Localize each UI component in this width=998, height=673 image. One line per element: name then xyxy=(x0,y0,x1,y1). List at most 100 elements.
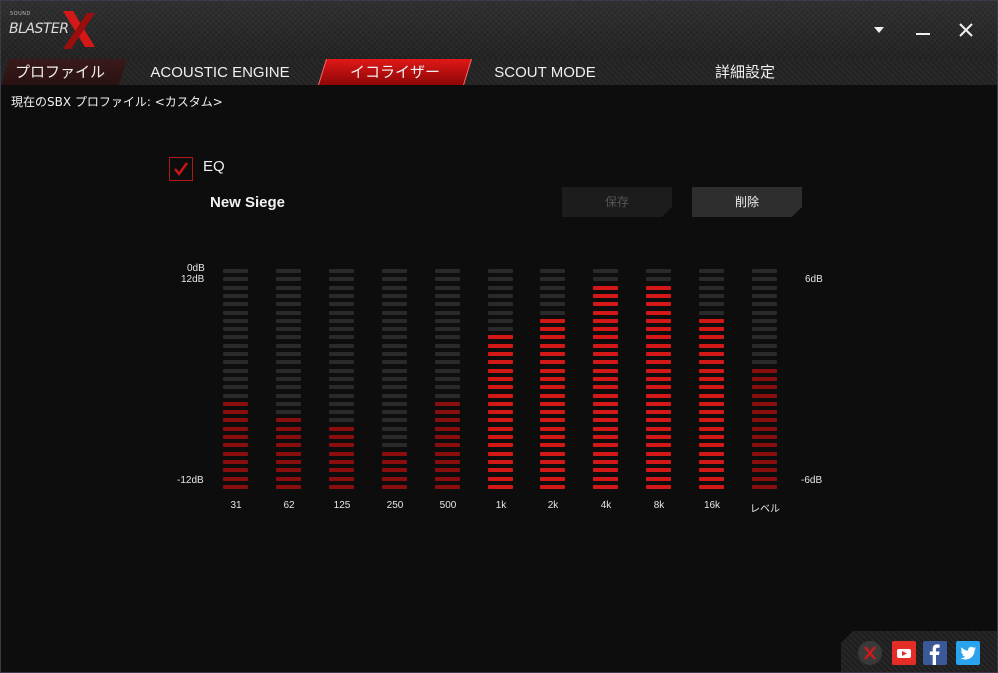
eq-level-segment xyxy=(382,269,407,273)
eq-band-slider[interactable] xyxy=(646,269,671,494)
close-button[interactable] xyxy=(954,19,978,41)
eq-band-slider[interactable] xyxy=(752,269,777,494)
eq-level-segment xyxy=(276,269,301,273)
eq-level-segment xyxy=(276,344,301,348)
eq-level-segment xyxy=(540,302,565,306)
x-mark-icon xyxy=(864,646,876,660)
eq-level-segment xyxy=(540,468,565,472)
eq-level-segment xyxy=(752,452,777,456)
creative-icon[interactable] xyxy=(858,641,882,665)
eq-band-slider[interactable] xyxy=(329,269,354,494)
eq-level-segment xyxy=(752,319,777,323)
eq-band-label: 31 xyxy=(230,500,242,511)
tab-scout-mode[interactable]: SCOUT MODE xyxy=(477,59,613,85)
eq-level-segment xyxy=(276,360,301,364)
eq-level-segment xyxy=(382,277,407,281)
eq-level-segment xyxy=(699,302,724,306)
eq-level-segment xyxy=(752,269,777,273)
eq-level-segment xyxy=(540,410,565,414)
eq-level-segment xyxy=(646,385,671,389)
eq-level-segment xyxy=(223,452,248,456)
eq-level-segment xyxy=(752,286,777,290)
eq-level-segment xyxy=(435,443,460,447)
logo-x-icon xyxy=(63,11,95,49)
eq-band-slider[interactable] xyxy=(276,269,301,494)
eq-level-segment xyxy=(435,360,460,364)
eq-level-segment xyxy=(276,302,301,306)
eq-level-segment xyxy=(276,319,301,323)
eq-level-segment xyxy=(382,294,407,298)
eq-band-slider[interactable] xyxy=(223,269,248,494)
eq-level-segment xyxy=(699,410,724,414)
tab-advanced-settings[interactable]: 詳細設定 xyxy=(681,59,809,85)
eq-level-segment xyxy=(488,385,513,389)
eq-level-segment xyxy=(646,377,671,381)
eq-level-segment xyxy=(382,460,407,464)
eq-level-segment xyxy=(540,277,565,281)
eq-level-segment xyxy=(382,485,407,489)
eq-band-slider[interactable] xyxy=(435,269,460,494)
eq-level-segment xyxy=(276,294,301,298)
eq-level-segment xyxy=(276,394,301,398)
eq-level-segment xyxy=(223,286,248,290)
eq-level-segment xyxy=(382,402,407,406)
eq-level-segment xyxy=(435,319,460,323)
eq-level-segment xyxy=(329,319,354,323)
eq-level-segment xyxy=(329,460,354,464)
eq-level-segment xyxy=(488,485,513,489)
eq-level-segment xyxy=(699,294,724,298)
eq-level-segment xyxy=(276,377,301,381)
eq-level-segment xyxy=(223,377,248,381)
eq-level-segment xyxy=(276,311,301,315)
eq-level-segment xyxy=(646,394,671,398)
eq-level-segment xyxy=(382,385,407,389)
eq-level-segment xyxy=(435,327,460,331)
eq-level-segment xyxy=(752,410,777,414)
save-button[interactable]: 保存 xyxy=(562,187,672,217)
eq-band-slider[interactable] xyxy=(593,269,618,494)
eq-level-segment xyxy=(276,369,301,373)
eq-level-segment xyxy=(276,402,301,406)
eq-band-label: 4k xyxy=(600,500,612,511)
eq-level-segment xyxy=(223,410,248,414)
delete-button[interactable]: 削除 xyxy=(692,187,802,217)
eq-level-segment xyxy=(593,410,618,414)
eq-band-slider[interactable] xyxy=(699,269,724,494)
youtube-icon[interactable] xyxy=(892,641,916,665)
eq-level-segment xyxy=(540,443,565,447)
eq-band-slider[interactable] xyxy=(488,269,513,494)
eq-level-segment xyxy=(329,477,354,481)
eq-level-segment xyxy=(223,302,248,306)
tab-profile[interactable]: プロファイル xyxy=(1,59,119,85)
eq-level-segment xyxy=(593,344,618,348)
eq-level-segment xyxy=(593,460,618,464)
tab-equalizer[interactable]: イコライザー xyxy=(319,59,471,85)
eq-level-segment xyxy=(223,294,248,298)
logo-small-text: SOUND xyxy=(10,11,31,17)
eq-band-slider[interactable] xyxy=(382,269,407,494)
eq-level-segment xyxy=(593,319,618,323)
facebook-icon[interactable] xyxy=(923,641,947,665)
menu-dropdown-button[interactable] xyxy=(867,19,891,41)
eq-level-segment xyxy=(593,477,618,481)
current-profile-label: 現在のSBX プロファイル: <カスタム> xyxy=(11,95,223,109)
eq-level-segment xyxy=(223,418,248,422)
eq-level-segment xyxy=(435,435,460,439)
eq-level-segment xyxy=(646,418,671,422)
minimize-button[interactable] xyxy=(911,19,935,41)
eq-level-segment xyxy=(435,269,460,273)
eq-enable-checkbox[interactable] xyxy=(169,157,193,181)
eq-level-segment xyxy=(752,460,777,464)
eq-level-segment xyxy=(488,335,513,339)
eq-level-segment xyxy=(699,418,724,422)
tab-acoustic-engine[interactable]: ACOUSTIC ENGINE xyxy=(135,59,305,85)
eq-level-segment xyxy=(435,468,460,472)
eq-level-segment xyxy=(646,410,671,414)
eq-level-segment xyxy=(488,327,513,331)
eq-level-segment xyxy=(329,327,354,331)
eq-level-segment xyxy=(699,277,724,281)
eq-level-segment xyxy=(435,311,460,315)
twitter-icon[interactable] xyxy=(956,641,980,665)
eq-band-slider[interactable] xyxy=(540,269,565,494)
eq-level-segment xyxy=(540,319,565,323)
